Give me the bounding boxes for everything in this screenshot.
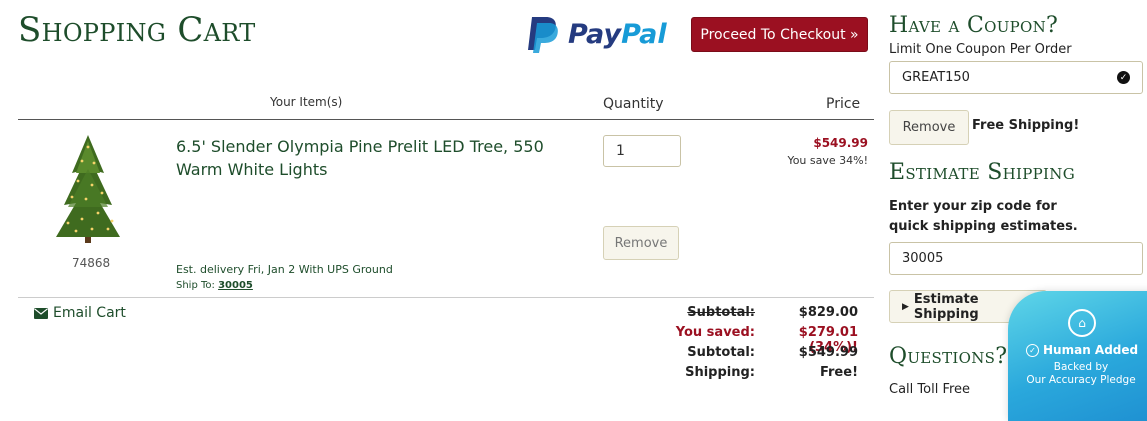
home-icon: ⌂ xyxy=(1068,309,1096,337)
ship-to: Ship To: 30005 xyxy=(176,280,253,291)
zip-code-value: 30005 xyxy=(902,251,944,266)
column-header-price: Price xyxy=(826,96,861,112)
ship-to-label: Ship To: xyxy=(176,280,215,291)
summary-original-subtotal-value: $829.00 xyxy=(798,305,858,320)
footer-divider xyxy=(18,297,874,298)
email-cart-link[interactable]: Email Cart xyxy=(34,305,126,321)
badge-line-2: Our Accuracy Pledge xyxy=(1026,374,1136,386)
item-price: $549.99 xyxy=(813,136,868,150)
envelope-icon xyxy=(34,307,48,319)
email-cart-label: Email Cart xyxy=(53,305,126,321)
estimate-shipping-title: Estimate Shipping xyxy=(889,160,1075,185)
check-icon: ✓ xyxy=(1117,71,1130,84)
quantity-value: 1 xyxy=(616,143,625,159)
estimate-shipping-description: Enter your zip code for quick shipping e… xyxy=(889,199,1078,234)
header-divider xyxy=(18,119,874,120)
paypal-wordmark: PayPal xyxy=(568,18,667,50)
christmas-tree-icon xyxy=(56,135,120,243)
remove-item-button[interactable]: Remove xyxy=(603,226,679,260)
item-savings: You save 34%! xyxy=(787,154,868,167)
coupon-limit-note: Limit One Coupon Per Order xyxy=(889,42,1072,57)
page-title: Shopping Cart xyxy=(18,10,256,50)
proceed-to-checkout-button[interactable]: Proceed To Checkout » xyxy=(691,17,868,52)
product-name-link[interactable]: 6.5' Slender Olympia Pine Prelit LED Tre… xyxy=(176,135,576,181)
coupon-title: Have a Coupon? xyxy=(889,13,1059,38)
call-toll-free-label: Call Toll Free xyxy=(889,382,971,397)
paypal-icon xyxy=(528,17,558,53)
ship-to-zip-link[interactable]: 30005 xyxy=(218,280,253,291)
summary-subtotal-value: $549.99 xyxy=(798,345,858,360)
badge-line-1: Backed by xyxy=(1053,361,1109,373)
coupon-status: Free Shipping! xyxy=(972,118,1080,133)
column-header-quantity: Quantity xyxy=(603,96,664,112)
check-circle-icon: ✓ xyxy=(1026,343,1039,357)
summary-subtotal-label: Subtotal: xyxy=(687,345,755,360)
quantity-input[interactable]: 1 xyxy=(603,135,681,167)
coupon-value: GREAT150 xyxy=(902,70,970,85)
paypal-button[interactable]: PayPal xyxy=(526,14,678,54)
product-image[interactable] xyxy=(52,133,124,245)
accuracy-pledge-badge[interactable]: ⌂ ✓ Human Added Backed by Our Accuracy P… xyxy=(1008,291,1147,421)
zip-code-input[interactable]: 30005 xyxy=(889,242,1143,275)
summary-original-subtotal-label: Subtotal: xyxy=(687,305,755,320)
delivery-estimate: Est. delivery Fri, Jan 2 With UPS Ground xyxy=(176,263,393,276)
summary-shipping-label: Shipping: xyxy=(685,365,755,380)
badge-title-text: Human Added xyxy=(1043,343,1139,357)
summary-saved-label: You saved: xyxy=(675,325,755,340)
product-sku: 74868 xyxy=(72,256,111,270)
badge-title: ✓ Human Added xyxy=(1026,343,1138,357)
column-header-items: Your Item(s) xyxy=(270,95,343,109)
questions-title: Questions? xyxy=(889,344,1008,369)
summary-shipping-value: Free! xyxy=(819,365,858,380)
coupon-input[interactable]: GREAT150 ✓ xyxy=(889,61,1143,94)
caret-right-icon: ▶ xyxy=(902,301,909,312)
coupon-remove-button[interactable]: Remove xyxy=(889,110,969,145)
